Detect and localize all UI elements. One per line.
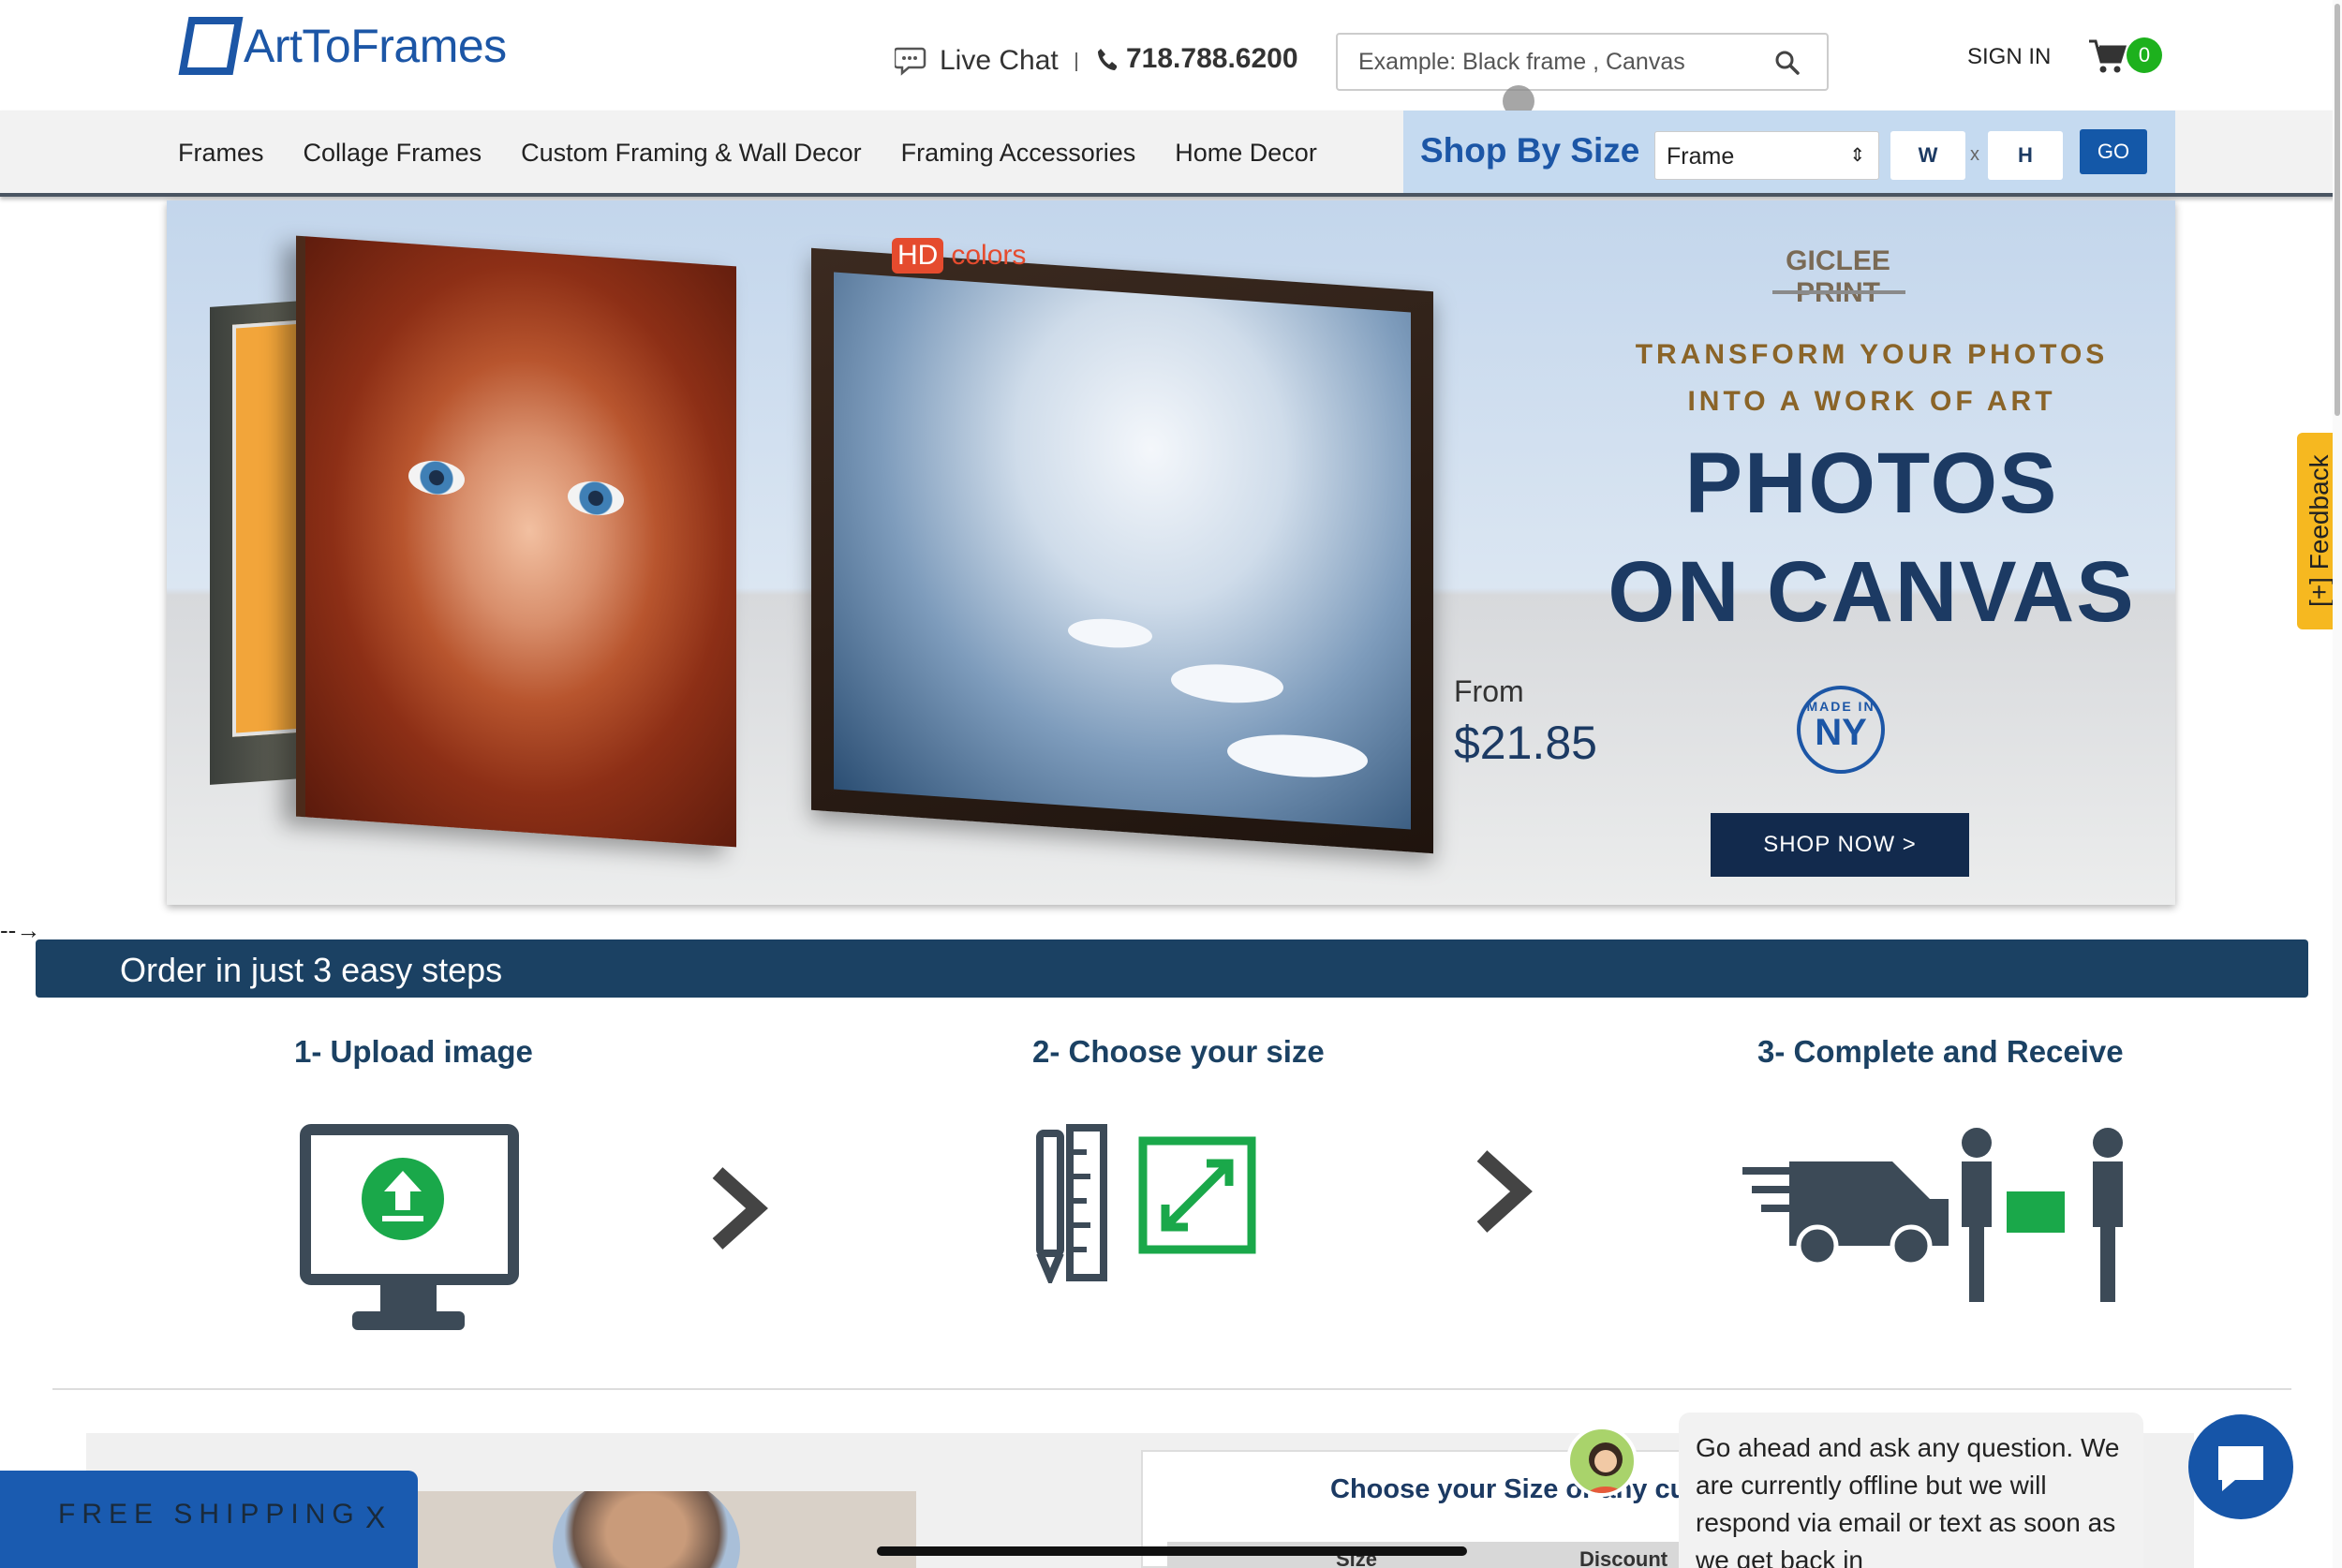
- giclee-underline: [1772, 290, 1905, 294]
- chat-icon: [2218, 1446, 2263, 1491]
- phone-link[interactable]: 718.788.6200: [1096, 43, 1298, 75]
- phone-icon: [1098, 49, 1117, 70]
- chat-agent-avatar: [1566, 1426, 1638, 1497]
- banner-headline-2: ON CANVAS: [1608, 544, 2136, 640]
- step-3-title: 3- Complete and Receive: [1757, 1034, 2124, 1069]
- product-type-value: Frame: [1667, 143, 1735, 170]
- site-header: ArtToFrames Live Chat 718.788.6200 SIGN …: [0, 0, 2342, 117]
- chat-offline-message[interactable]: Go ahead and ask any question. We are cu…: [1679, 1413, 2143, 1568]
- banner-headline-1: PHOTOS: [1684, 436, 2059, 531]
- hd-colors-badge: HD colors: [892, 238, 1026, 274]
- cart-count-badge[interactable]: 0: [2127, 37, 2162, 73]
- ny-text: NY: [1815, 712, 1867, 753]
- home-indicator-bar[interactable]: [877, 1546, 1467, 1556]
- live-chat-link[interactable]: Live Chat: [895, 45, 1059, 77]
- portrait-canvas-image: [296, 235, 736, 848]
- shop-by-size-title: Shop By Size: [1420, 131, 1640, 170]
- nav-item-home-decor[interactable]: Home Decor: [1175, 139, 1317, 168]
- banner-tagline-1: TRANSFORM YOUR PHOTOS: [1635, 339, 2109, 370]
- step-2-title: 2- Choose your size: [1032, 1034, 1325, 1069]
- search-box: [1336, 33, 1829, 91]
- nav-item-frames[interactable]: Frames: [178, 139, 264, 168]
- snow-rock: [1227, 730, 1368, 782]
- free-shipping-banner[interactable]: FREE SHIPPING X: [0, 1471, 418, 1568]
- from-label: From: [1454, 674, 1524, 708]
- arrow-glyph: --→: [0, 916, 41, 944]
- free-shipping-close-button[interactable]: X: [365, 1501, 385, 1535]
- main-nav: Frames Collage Frames Custom Framing & W…: [0, 111, 2342, 197]
- logo-frame-mark: [178, 17, 244, 75]
- portrait-eye: [568, 479, 624, 518]
- banner-tagline-2: INTO A WORK OF ART: [1687, 386, 2056, 417]
- next-step-chevron-icon: [712, 1167, 768, 1250]
- man-photo-image: [412, 1491, 916, 1568]
- height-input[interactable]: H: [1988, 131, 2063, 180]
- man-photo-subject: [553, 1491, 740, 1568]
- snow-rock: [1171, 660, 1283, 707]
- go-button[interactable]: GO: [2080, 129, 2147, 174]
- size-chooser-title: Choose your Size or any cus: [1330, 1474, 1702, 1504]
- winter-landscape-canvas-image: [811, 247, 1433, 854]
- width-input[interactable]: W: [1890, 131, 1965, 180]
- phone-number: 718.788.6200: [1126, 43, 1298, 74]
- section-divider: [52, 1388, 2291, 1390]
- colors-label: colors: [951, 240, 1027, 271]
- shop-now-button[interactable]: SHOP NOW >: [1711, 813, 1969, 877]
- snow-rock: [1068, 615, 1152, 651]
- hd-label: HD: [892, 238, 944, 274]
- nav-item-custom-framing[interactable]: Custom Framing & Wall Decor: [521, 139, 862, 168]
- ruler-resize-icon: [1036, 1124, 1256, 1283]
- landscape-scene: [834, 272, 1411, 830]
- logo-text: ArtToFrames: [244, 20, 507, 72]
- scrollbar-thumb[interactable]: [2335, 4, 2340, 416]
- feedback-label: [+] Feedback: [2305, 454, 2334, 607]
- starting-price: $21.85: [1454, 717, 1597, 769]
- select-arrows-icon: ⇕: [1849, 145, 1865, 166]
- search-input[interactable]: [1338, 35, 1750, 89]
- site-logo[interactable]: ArtToFrames: [178, 17, 507, 75]
- steps-title: Order in just 3 easy steps: [120, 951, 503, 989]
- shop-by-size-panel: Shop By Size Frame ⇕ W x H GO: [1403, 111, 2175, 193]
- sign-in-link[interactable]: SIGN IN: [1967, 44, 2051, 70]
- steps-header-bar: Order in just 3 easy steps: [36, 939, 2308, 998]
- upload-monitor-icon: [300, 1124, 519, 1330]
- live-chat-label: Live Chat: [940, 45, 1059, 76]
- made-in-ny-seal: MADE IN NY: [1797, 686, 1885, 774]
- portrait-eye: [408, 458, 465, 497]
- step-1-title: 1- Upload image: [294, 1034, 533, 1069]
- header-divider: [1075, 52, 1077, 71]
- free-shipping-text: FREE SHIPPING: [58, 1499, 361, 1530]
- next-step-chevron-icon: [1476, 1150, 1533, 1233]
- nav-item-collage-frames[interactable]: Collage Frames: [304, 139, 482, 168]
- hero-banner[interactable]: HD colors GICLEE PRINT TRANSFORM YOUR PH…: [167, 200, 2175, 905]
- chat-launcher-button[interactable]: [2188, 1414, 2293, 1519]
- discount-column-header: Discount: [1579, 1547, 1668, 1568]
- giclee-label: GICLEE PRINT: [1786, 245, 1890, 308]
- product-type-select[interactable]: Frame ⇕: [1654, 131, 1879, 180]
- search-icon[interactable]: [1774, 50, 1801, 76]
- dimension-separator: x: [1970, 144, 1979, 165]
- cart-icon[interactable]: [2087, 37, 2127, 75]
- nav-item-framing-accessories[interactable]: Framing Accessories: [901, 139, 1136, 168]
- nav-menu: Frames Collage Frames Custom Framing & W…: [178, 139, 1356, 168]
- delivery-van-icon: [1742, 1128, 2123, 1302]
- chat-bubble-icon: [895, 47, 926, 76]
